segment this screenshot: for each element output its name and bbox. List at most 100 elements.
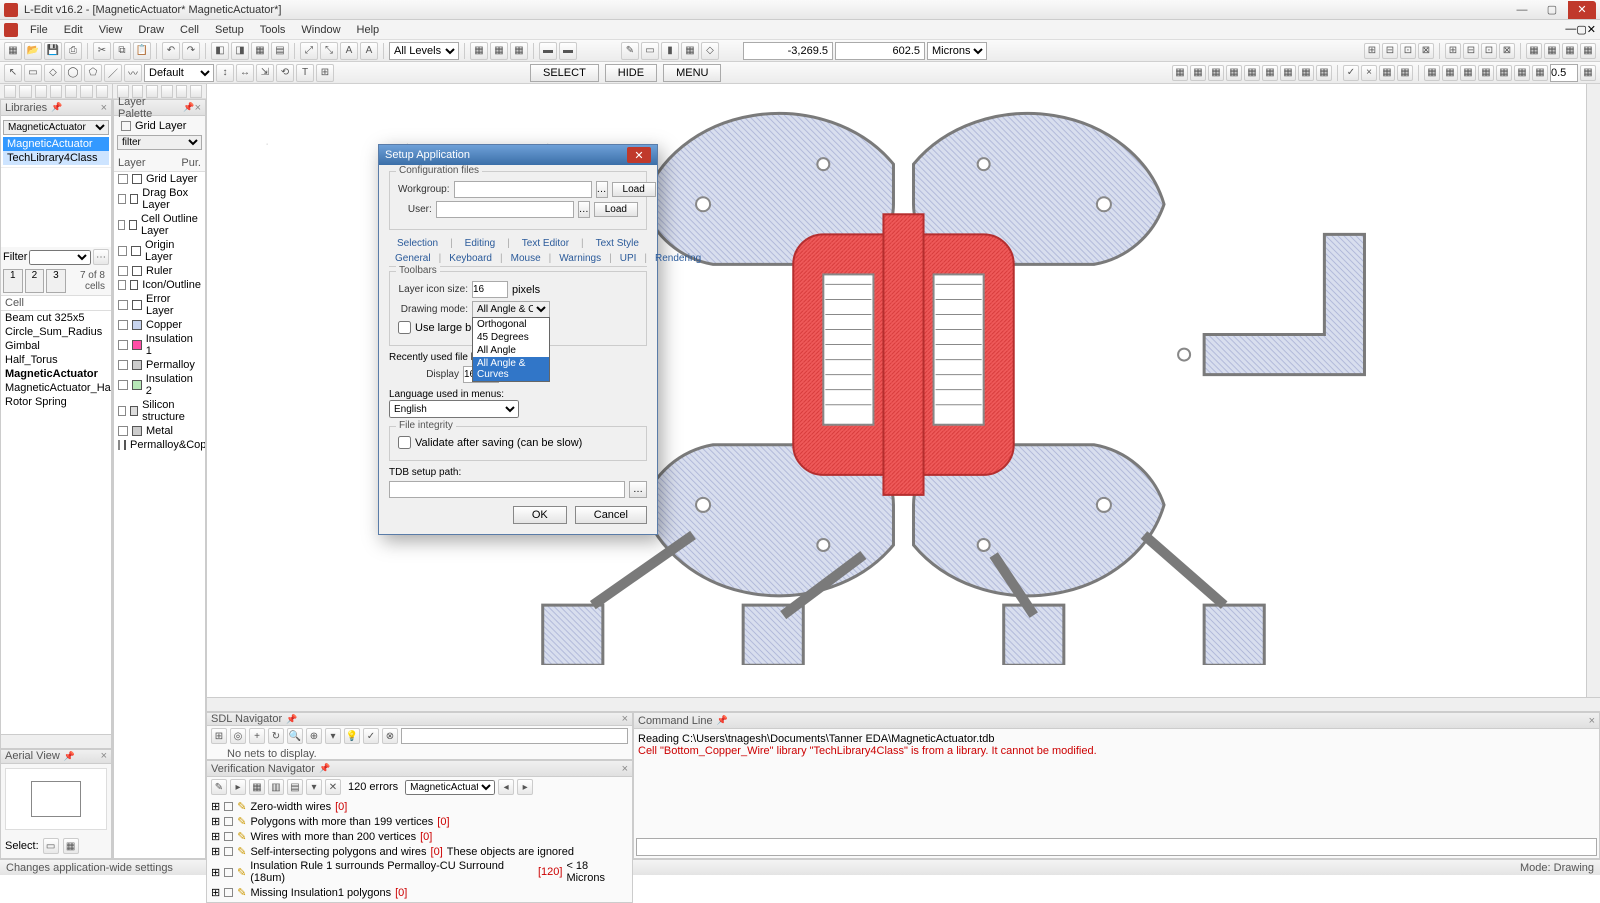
pin-icon[interactable]: 📌 [319, 763, 330, 774]
snap-2-icon[interactable]: ⊟ [1463, 43, 1479, 59]
menu-help[interactable]: Help [349, 22, 388, 38]
layer-checkbox[interactable] [118, 380, 128, 390]
layer-filter[interactable]: filter [117, 135, 202, 150]
coord-x[interactable] [743, 42, 833, 60]
cell-item[interactable]: Beam cut 325x5 [1, 311, 111, 325]
library-select[interactable]: MagneticActuator [3, 120, 109, 135]
rule-checkbox[interactable] [224, 888, 233, 897]
sdl-b2-icon[interactable]: ◎ [230, 728, 246, 744]
shape-1-icon[interactable]: ◇ [44, 64, 62, 82]
open-icon[interactable]: 📂 [24, 42, 42, 60]
hscrollbar[interactable] [207, 697, 1600, 711]
tab-editing[interactable]: Editing [459, 236, 502, 251]
tab-keyboard[interactable]: Keyboard [443, 251, 498, 266]
layer-row[interactable]: Copper [114, 318, 205, 332]
doc-close-button[interactable]: ✕ [1587, 23, 1596, 36]
sel1-icon[interactable]: ▭ [43, 838, 59, 854]
g4-icon[interactable]: ▦ [1226, 65, 1242, 81]
cell-item-active[interactable]: MagneticActuator [1, 367, 111, 381]
save-icon[interactable]: 💾 [44, 42, 62, 60]
dist-3-icon[interactable]: ▦ [1562, 43, 1578, 59]
poly-icon[interactable]: ◇ [701, 42, 719, 60]
g3-icon[interactable]: ▦ [1208, 65, 1224, 81]
g7-icon[interactable]: ▦ [1280, 65, 1296, 81]
filter-btn-icon[interactable]: ⋯ [93, 249, 109, 265]
tab-rendering[interactable]: Rendering [649, 251, 707, 266]
pin-icon[interactable]: 📌 [64, 751, 75, 762]
pointer-icon[interactable]: ↖ [4, 64, 22, 82]
units-select[interactable]: Microns [927, 42, 987, 60]
pin-icon[interactable]: 📌 [717, 715, 728, 726]
doc-maximize-button[interactable]: ▢ [1576, 23, 1586, 36]
levels-select[interactable]: All Levels [389, 42, 459, 60]
pin-icon[interactable]: 📌 [51, 102, 62, 113]
close-panel-icon[interactable]: × [101, 750, 107, 762]
menu-cell[interactable]: Cell [172, 22, 207, 38]
rule-checkbox[interactable] [224, 802, 233, 811]
close-panel-icon[interactable]: × [1589, 715, 1595, 727]
menu-window[interactable]: Window [293, 22, 348, 38]
lib-item-magneticactuator[interactable]: MagneticActuator [3, 137, 109, 151]
shape-2-icon[interactable]: ◯ [64, 64, 82, 82]
tool-b-icon[interactable]: ◨ [231, 42, 249, 60]
g1-icon[interactable]: ▦ [1172, 65, 1188, 81]
menu-setup[interactable]: Setup [207, 22, 252, 38]
user-input[interactable] [436, 201, 574, 218]
layer-row[interactable]: Error Layer [114, 292, 205, 318]
close-panel-icon[interactable]: × [101, 102, 107, 114]
layer-checkbox[interactable] [118, 440, 120, 450]
layer-checkbox[interactable] [118, 266, 128, 276]
sdl-b6-icon[interactable]: ⊕ [306, 728, 322, 744]
layer-row[interactable]: Cell Outline Layer [114, 212, 205, 238]
layer-row[interactable]: Permalloy&Copper [114, 438, 205, 452]
lang-select[interactable]: English [389, 400, 519, 418]
d3-icon[interactable]: ⇲ [256, 64, 274, 82]
i6-icon[interactable]: ▦ [1514, 65, 1530, 81]
sdl-b8-icon[interactable]: 💡 [344, 728, 360, 744]
fill-icon[interactable]: ▮ [661, 42, 679, 60]
layer-checkbox[interactable] [118, 320, 128, 330]
rule-checkbox[interactable] [224, 868, 233, 877]
tdb-browse[interactable]: … [629, 481, 647, 498]
user-browse[interactable]: … [578, 201, 590, 218]
cancel-button[interactable]: Cancel [575, 506, 647, 524]
grid-c-icon[interactable]: ▦ [510, 42, 528, 60]
align-4-icon[interactable]: ⊠ [1418, 43, 1434, 59]
dist-4-icon[interactable]: ▦ [1580, 43, 1596, 59]
menu-edit[interactable]: Edit [56, 22, 91, 38]
ver-b2-icon[interactable]: ▸ [230, 779, 246, 795]
rule-checkbox[interactable] [224, 832, 233, 841]
tab-textstyle[interactable]: Text Style [590, 236, 645, 251]
layer-row[interactable]: Grid Layer [114, 172, 205, 186]
sel2-icon[interactable]: ▦ [63, 838, 79, 854]
opt-45[interactable]: 45 Degrees [473, 331, 549, 344]
lib-item-techlib[interactable]: TechLibrary4Class [3, 151, 109, 165]
coord-y[interactable] [835, 42, 925, 60]
expand-icon[interactable]: ⊞ [211, 800, 220, 813]
lib-tab-1[interactable]: 1 [3, 269, 23, 293]
close-panel-icon[interactable]: × [195, 102, 201, 114]
dist-1-icon[interactable]: ▦ [1526, 43, 1542, 59]
d1-icon[interactable]: ↕ [216, 64, 234, 82]
new-icon[interactable]: ▦ [4, 42, 22, 60]
menu-draw[interactable]: Draw [130, 22, 172, 38]
align-3-icon[interactable]: ⊡ [1400, 43, 1416, 59]
zoom-in-icon[interactable]: ⤢ [300, 42, 318, 60]
sdl-b10-icon[interactable]: ⊗ [382, 728, 398, 744]
g2-icon[interactable]: ▦ [1190, 65, 1206, 81]
tab-mouse[interactable]: Mouse [505, 251, 547, 266]
tdb-input[interactable] [389, 481, 625, 498]
layer-checkbox[interactable] [118, 220, 125, 230]
lt1-icon[interactable] [4, 85, 16, 98]
cell-item[interactable]: MagneticActuator_Half [1, 381, 111, 395]
i4-icon[interactable]: ▦ [1478, 65, 1494, 81]
tool-c-icon[interactable]: ▦ [251, 42, 269, 60]
layer-checkbox[interactable] [118, 246, 127, 256]
redo-icon[interactable]: ↷ [182, 42, 200, 60]
h4-icon[interactable]: ▦ [1397, 65, 1413, 81]
print-icon[interactable]: ⎙ [64, 42, 82, 60]
grid-b-icon[interactable]: ▦ [490, 42, 508, 60]
layer-checkbox[interactable] [118, 340, 128, 350]
lt7-icon[interactable] [96, 85, 108, 98]
text-icon[interactable]: T [296, 64, 314, 82]
